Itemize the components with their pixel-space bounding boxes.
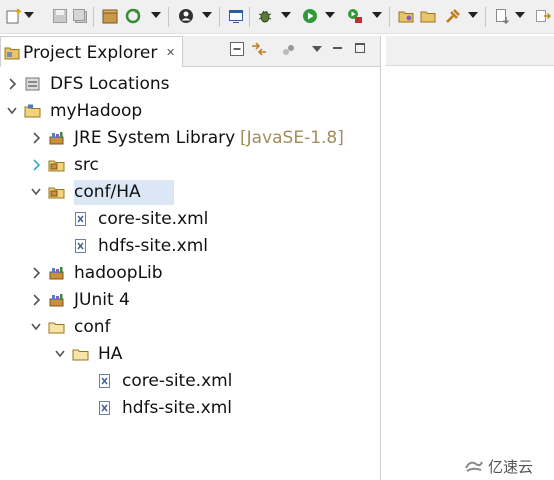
- save-icon[interactable]: [52, 8, 68, 24]
- package-folder-icon: [48, 187, 65, 199]
- library-icon: [49, 267, 64, 280]
- forward-icon[interactable]: [535, 8, 551, 24]
- toolbar-separator: [389, 7, 390, 27]
- chevron-down-icon[interactable]: [30, 314, 42, 340]
- tree-item[interactable]: core-site.xml: [0, 206, 380, 232]
- collapse-all-icon[interactable]: [230, 42, 244, 56]
- debug-dropdown-icon[interactable]: [281, 12, 291, 18]
- run-icon[interactable]: [302, 8, 318, 24]
- pin-dropdown-icon[interactable]: [468, 12, 478, 18]
- package-folder-icon: [48, 160, 65, 172]
- tree-item[interactable]: conf/HA: [0, 179, 380, 205]
- tree-item[interactable]: JRE System Library [JavaSE-1.8]: [0, 125, 380, 151]
- toolbar-separator: [168, 7, 169, 27]
- chevron-down-icon[interactable]: [54, 341, 66, 367]
- tree-item-label: JUnit 4: [74, 290, 130, 310]
- tree-item-label: myHadoop: [50, 101, 143, 121]
- library-icon: [49, 294, 64, 307]
- minimize-icon[interactable]: [333, 47, 342, 49]
- xml-file-icon: [99, 374, 110, 388]
- filter-icon[interactable]: [282, 43, 296, 57]
- watermark-logo-icon: [465, 461, 483, 472]
- tree-item-label: conf/HA: [74, 182, 141, 202]
- tree-item-label: DFS Locations: [50, 74, 170, 94]
- xml-file-icon: [75, 239, 86, 253]
- editor-tab-strip: [386, 36, 554, 66]
- open-icon[interactable]: [420, 8, 436, 24]
- project-explorer-icon: [4, 47, 20, 60]
- package-icon[interactable]: [102, 8, 118, 24]
- chevron-down-icon[interactable]: [30, 179, 42, 205]
- refresh-dropdown-icon[interactable]: [151, 12, 161, 18]
- maximize-icon[interactable]: [355, 43, 365, 53]
- tree-item-decoration: [JavaSE-1.8]: [240, 128, 344, 148]
- xml-file-icon: [99, 401, 110, 415]
- open-folder-icon[interactable]: [398, 8, 414, 24]
- tree-item[interactable]: DFS Locations: [0, 71, 380, 97]
- tree-item[interactable]: HA: [0, 341, 380, 367]
- view-tab-bar: Project Explorer ✕: [0, 36, 380, 67]
- tree-item[interactable]: core-site.xml: [0, 368, 380, 394]
- link-with-editor-icon[interactable]: [250, 41, 268, 57]
- chevron-right-icon[interactable]: [30, 152, 42, 178]
- library-icon: [49, 132, 64, 145]
- navigate-icon[interactable]: [494, 8, 510, 24]
- view-tab-underline: [183, 66, 380, 67]
- external-tools-icon[interactable]: [347, 8, 363, 24]
- chevron-right-icon[interactable]: [6, 71, 18, 97]
- folder-icon: [48, 322, 65, 334]
- tree-item-label: src: [74, 155, 99, 175]
- refresh-icon[interactable]: [125, 8, 141, 24]
- save-all-icon[interactable]: [72, 8, 88, 24]
- navigate-dropdown-icon[interactable]: [515, 12, 525, 18]
- chevron-right-icon[interactable]: [30, 287, 42, 313]
- tree-item[interactable]: myHadoop: [0, 98, 380, 124]
- tab-project-explorer[interactable]: Project Explorer ✕: [0, 36, 183, 67]
- tree-item[interactable]: hadoopLib: [0, 260, 380, 286]
- tree-item-label: core-site.xml: [122, 371, 233, 391]
- tree-item-label: conf: [74, 317, 111, 337]
- tree-item-label: hdfs-site.xml: [98, 236, 208, 256]
- toolbar-separator: [219, 7, 220, 27]
- close-icon[interactable]: ✕: [166, 46, 175, 59]
- toolbar-separator: [485, 7, 486, 27]
- tree-item-label: hadoopLib: [74, 263, 163, 283]
- xml-file-icon: [75, 212, 86, 226]
- run-dropdown-icon[interactable]: [325, 12, 335, 18]
- toolbar-separator: [93, 7, 94, 27]
- tree-item[interactable]: src: [0, 152, 380, 178]
- chevron-down-icon[interactable]: [6, 98, 18, 124]
- tree-item[interactable]: hdfs-site.xml: [0, 233, 380, 259]
- toolbar-separator: [249, 7, 250, 27]
- debug-icon[interactable]: [257, 8, 273, 24]
- main-toolbar: [0, 0, 554, 34]
- pin-icon[interactable]: [445, 8, 461, 24]
- profile-icon[interactable]: [178, 8, 194, 24]
- tree-item-label: hdfs-site.xml: [122, 398, 232, 418]
- external-tools-dropdown-icon[interactable]: [372, 12, 382, 18]
- tree-item-label: JRE System Library: [74, 128, 236, 148]
- new-dropdown-icon[interactable]: [24, 12, 34, 18]
- view-menu-icon[interactable]: [312, 46, 322, 52]
- tree-item-label: HA: [98, 344, 123, 364]
- chevron-right-icon[interactable]: [30, 260, 42, 286]
- tree-item[interactable]: conf: [0, 314, 380, 340]
- view-title: Project Explorer: [23, 43, 158, 63]
- chevron-right-icon[interactable]: [30, 125, 42, 151]
- console-icon[interactable]: [228, 8, 244, 24]
- dfs-locations-icon: [25, 77, 40, 91]
- tree-item[interactable]: JUnit 4: [0, 287, 380, 313]
- profile-dropdown-icon[interactable]: [202, 12, 212, 18]
- tree-item-label: core-site.xml: [98, 209, 209, 229]
- tree-item[interactable]: hdfs-site.xml: [0, 395, 380, 421]
- folder-icon: [72, 349, 89, 361]
- project-icon: [24, 104, 41, 118]
- new-icon[interactable]: [6, 8, 22, 24]
